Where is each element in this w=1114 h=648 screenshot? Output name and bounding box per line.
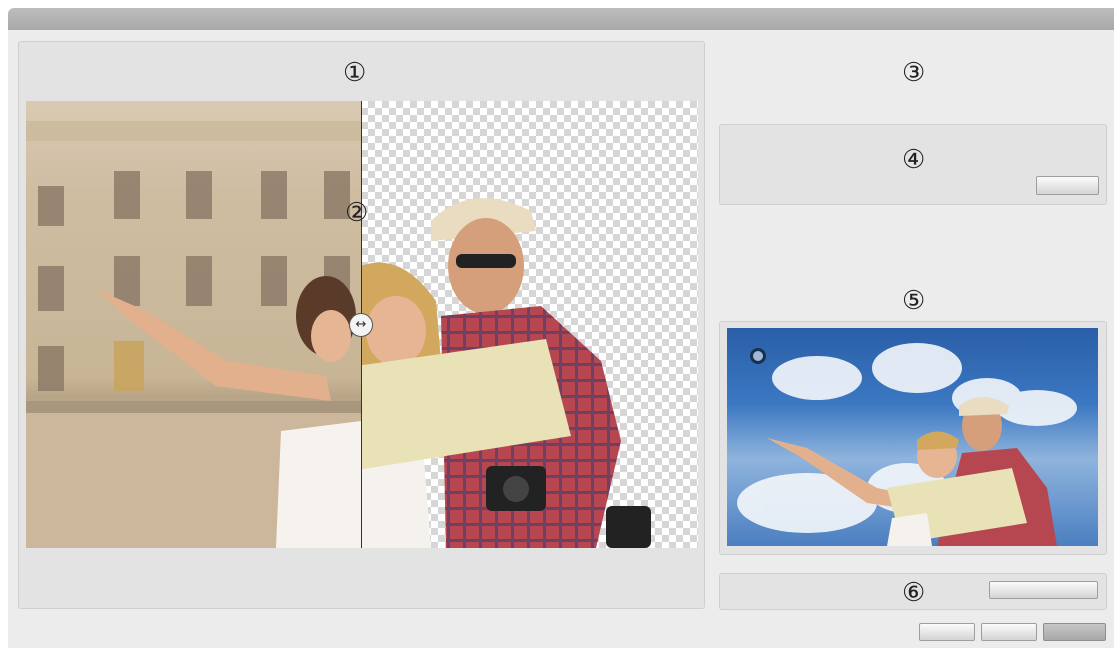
title-bar[interactable]	[8, 8, 1114, 30]
cutout-people	[321, 198, 651, 548]
transparent-background	[321, 101, 698, 548]
marker-2: ②	[345, 198, 369, 228]
original-image	[26, 101, 361, 548]
marker-4: ④	[902, 145, 926, 175]
bottom-button-2[interactable]	[981, 623, 1037, 641]
bottom-button-3[interactable]	[1043, 623, 1106, 641]
options-button[interactable]	[989, 581, 1098, 599]
horizontal-arrows-icon[interactable]: ↔	[349, 313, 373, 337]
eyedropper-ring-icon[interactable]	[750, 348, 766, 364]
building-photo	[26, 121, 361, 548]
panel-action-button[interactable]	[1036, 176, 1099, 195]
marker-5: ⑤	[902, 286, 926, 316]
bottom-button-1[interactable]	[919, 623, 975, 641]
marker-1: ①	[343, 58, 367, 88]
background-preview[interactable]	[727, 328, 1098, 546]
marker-6: ⑥	[902, 578, 926, 608]
app-window: ① ↔ ② ③ ④ ⑤ ⑥	[8, 8, 1114, 648]
image-compare-canvas[interactable]: ↔	[26, 101, 698, 548]
marker-3: ③	[902, 58, 926, 88]
sky-composite	[737, 343, 1077, 546]
